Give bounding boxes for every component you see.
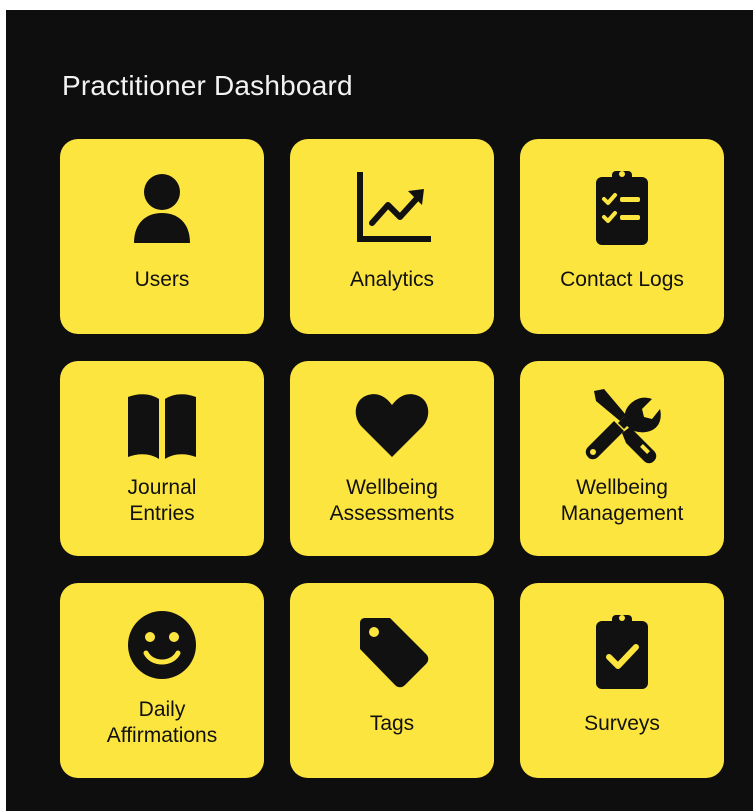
tile-journal-entries-label: Journal Entries xyxy=(127,476,197,525)
tile-wellbeing-management[interactable]: Wellbeing Management xyxy=(520,361,724,556)
tag-icon xyxy=(350,609,434,693)
user-icon xyxy=(120,165,204,249)
tile-daily-affirmations[interactable]: Daily Affirmations xyxy=(60,583,264,778)
dashboard-panel: Practitioner Dashboard Users Analytics C… xyxy=(6,10,753,811)
tile-users-label: Users xyxy=(134,268,190,291)
tile-daily-affirmations-label: Daily Affirmations xyxy=(106,698,218,747)
chart-icon xyxy=(350,165,434,249)
tile-journal-entries[interactable]: Journal Entries xyxy=(60,361,264,556)
page-title: Practitioner Dashboard xyxy=(62,70,353,101)
smiley-icon xyxy=(120,603,204,687)
tile-wellbeing-assessments[interactable]: Wellbeing Assessments xyxy=(290,361,494,556)
tile-contact-logs[interactable]: Contact Logs xyxy=(520,139,724,334)
tile-tags-label: Tags xyxy=(369,712,415,735)
book-icon xyxy=(120,381,204,465)
tools-icon xyxy=(580,381,664,465)
tile-analytics-label: Analytics xyxy=(349,268,435,291)
checklist-clipboard-icon xyxy=(580,165,664,249)
dashboard-grid: Users Analytics Contact Logs Journal Ent… xyxy=(60,139,724,778)
tile-contact-logs-label: Contact Logs xyxy=(560,268,684,291)
check-clipboard-icon xyxy=(580,609,664,693)
tile-tags[interactable]: Tags xyxy=(290,583,494,778)
tile-users[interactable]: Users xyxy=(60,139,264,334)
tile-wellbeing-management-label: Wellbeing Management xyxy=(560,476,684,525)
tile-surveys-label: Surveys xyxy=(584,712,660,735)
heart-icon xyxy=(350,381,434,465)
tile-surveys[interactable]: Surveys xyxy=(520,583,724,778)
tile-analytics[interactable]: Analytics xyxy=(290,139,494,334)
tile-wellbeing-assessments-label: Wellbeing Assessments xyxy=(329,476,455,525)
